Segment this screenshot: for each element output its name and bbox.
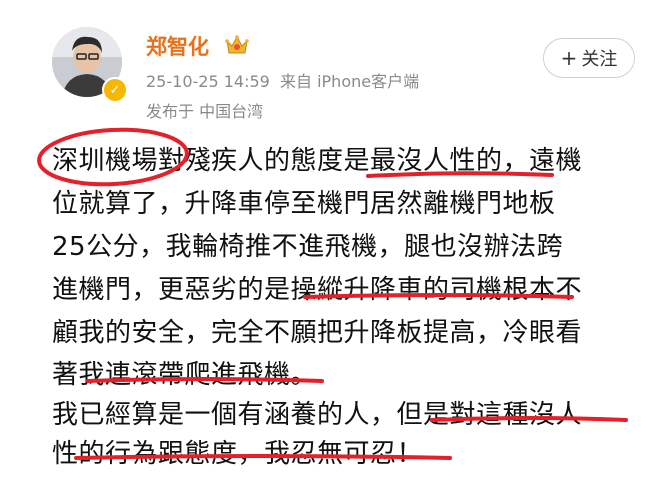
crown-badge-icon <box>225 35 249 54</box>
follow-label: 关注 <box>581 49 618 70</box>
post-line: 我已經算是一個有涵養的人，但是對這種沒人 <box>52 400 583 430</box>
post-location: 发布于 中国台湾 <box>146 102 264 121</box>
post-line: 深圳機場對殘疾人的態度是最沒人性的，遠機 <box>52 146 583 176</box>
follow-button[interactable]: + 关注 <box>543 38 635 78</box>
post-line: 著我連滾帶爬進飛機。 <box>52 360 318 390</box>
plus-icon: + <box>560 46 578 70</box>
author-name[interactable]: 郑智化 <box>146 31 209 61</box>
post-line: 進機門，更惡劣的是操縱升降車的司機根本不 <box>52 275 583 305</box>
post-line: 25公分，我輪椅推不進飛機，腿也沒辦法跨 <box>52 232 564 262</box>
post-timestamp: 25-10-25 14:59 <box>146 72 270 91</box>
post-line: 位就算了，升降車停至機門居然離機門地板 <box>52 189 556 219</box>
post-source: 来自 iPhone客户端 <box>280 72 420 91</box>
post-meta: 25-10-25 14:59 来自 iPhone客户端 <box>146 68 419 92</box>
post-line: 性的行為跟態度，我忍無可忍！ <box>52 439 424 469</box>
verified-badge-icon: ✓ <box>102 77 128 103</box>
post-line: 顧我的安全，完全不願把升降板提高，冷眼看 <box>52 318 583 348</box>
